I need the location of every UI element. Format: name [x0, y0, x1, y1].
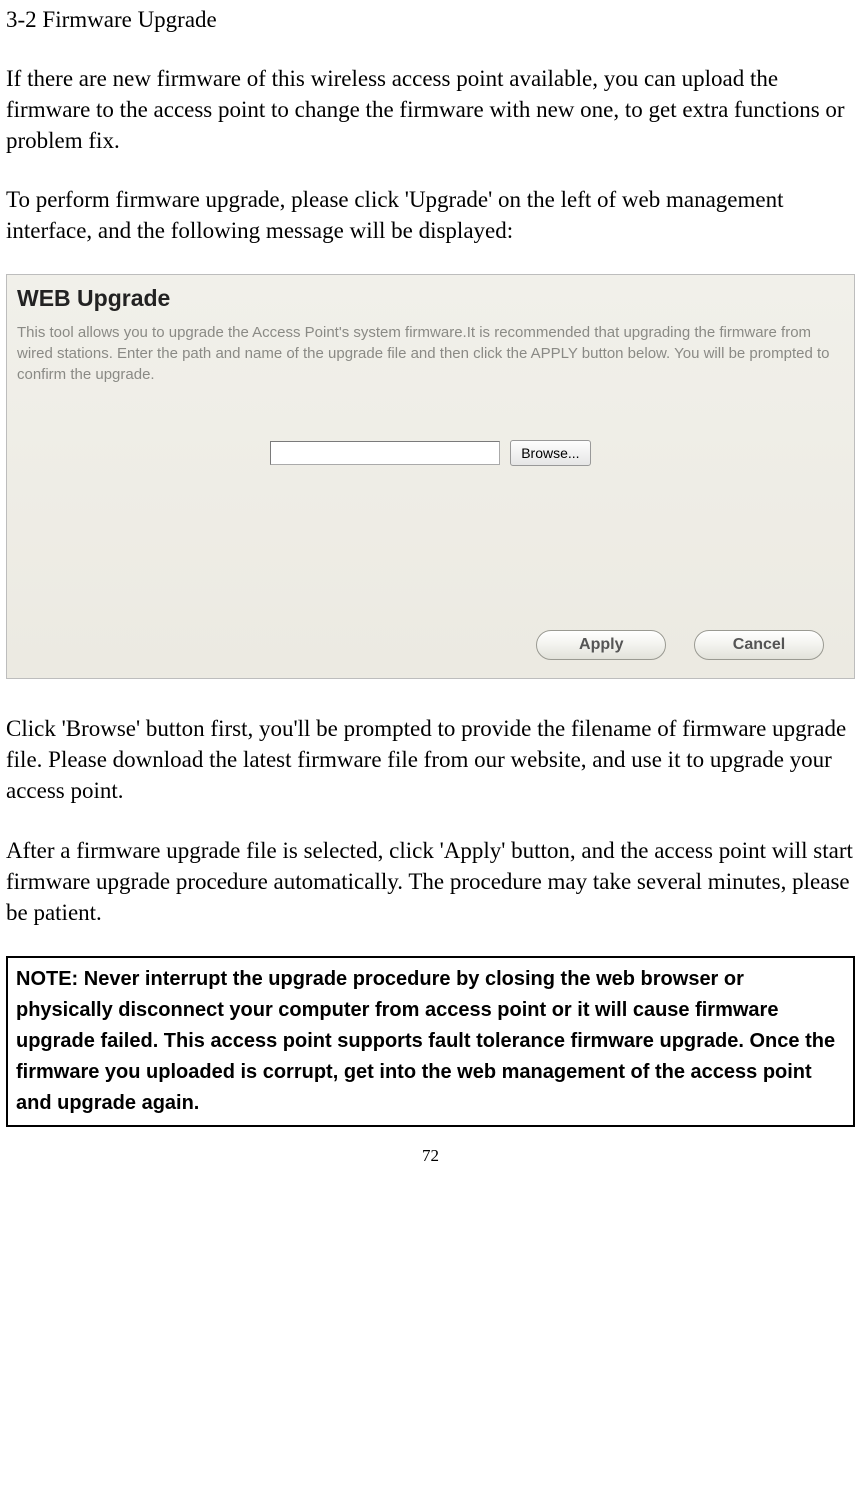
firmware-file-input[interactable] [270, 441, 500, 465]
panel-description: This tool allows you to upgrade the Acce… [17, 322, 844, 385]
panel-title: WEB Upgrade [17, 283, 844, 314]
section-heading: 3-2 Firmware Upgrade [6, 4, 855, 35]
apply-button[interactable]: Apply [536, 630, 666, 660]
paragraph-intro: If there are new firmware of this wirele… [6, 63, 855, 156]
cancel-button[interactable]: Cancel [694, 630, 824, 660]
web-upgrade-panel: WEB Upgrade This tool allows you to upgr… [6, 274, 855, 679]
paragraph-browse: Click 'Browse' button first, you'll be p… [6, 713, 855, 806]
browse-button[interactable]: Browse... [510, 440, 590, 466]
panel-actions: Apply Cancel [17, 626, 844, 660]
note-box: NOTE: Never interrupt the upgrade proced… [6, 956, 855, 1127]
page-number: 72 [6, 1145, 855, 1168]
paragraph-instruction: To perform firmware upgrade, please clic… [6, 184, 855, 246]
paragraph-apply: After a firmware upgrade file is selecte… [6, 835, 855, 928]
file-chooser-row: Browse... [17, 435, 844, 466]
